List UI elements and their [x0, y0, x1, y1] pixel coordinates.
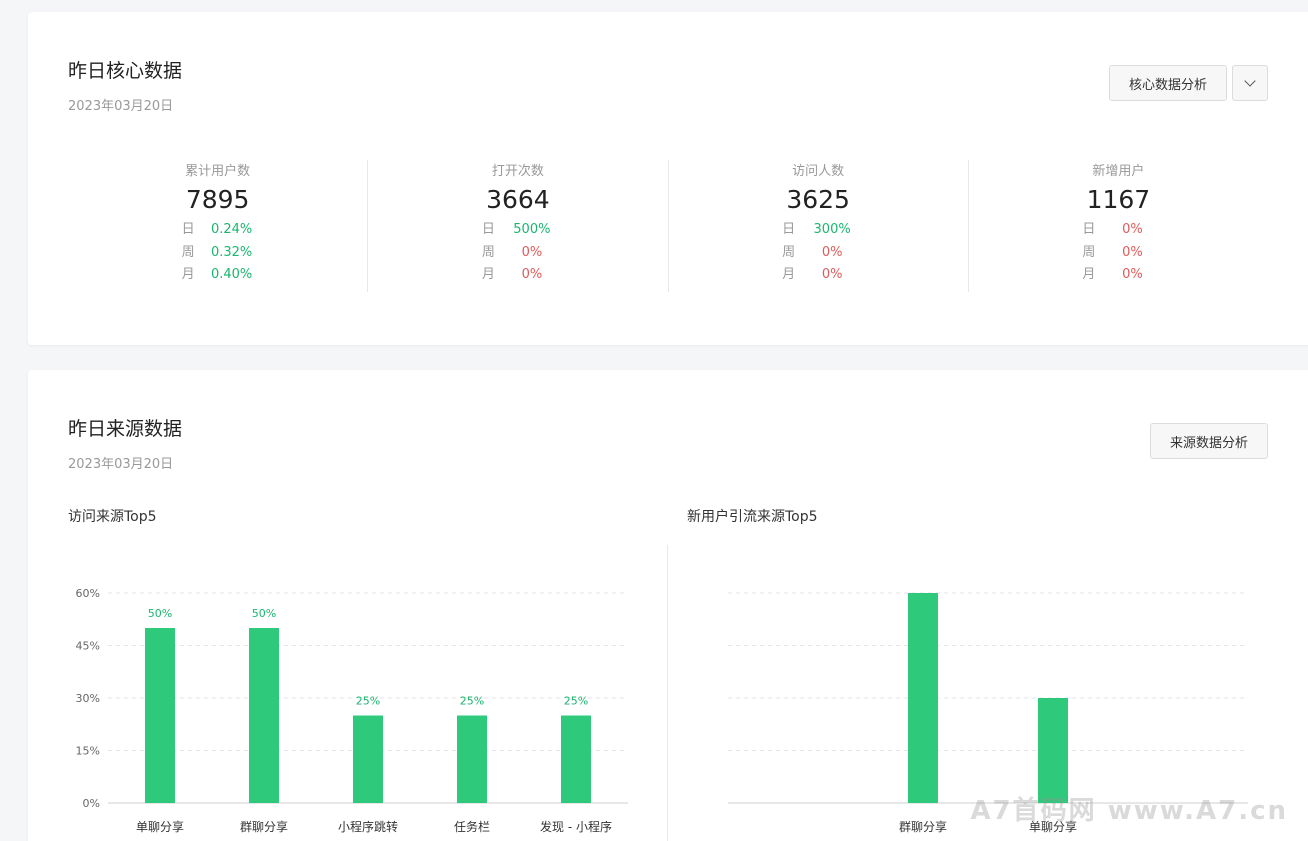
- period-label: 日: [782, 222, 796, 237]
- change-value: 0%: [521, 244, 543, 260]
- period-label: 月: [1082, 267, 1096, 282]
- period-label: 日: [1082, 222, 1096, 237]
- bar: [561, 715, 591, 803]
- x-tick-label: 群聊分享: [899, 819, 947, 834]
- metric-value: 1167: [1086, 185, 1151, 214]
- metric-week-row: 周 0.32%: [182, 242, 254, 265]
- metric-day-row: 日 0%: [1082, 219, 1154, 242]
- change-value: 0%: [821, 267, 843, 282]
- metric-week-row: 周 0%: [1082, 242, 1154, 265]
- change-value: 0%: [1122, 267, 1143, 282]
- metric-total-users: 累计用户数 7895 日 0.24% 周 0.32% 月 0.40%: [68, 160, 367, 292]
- metric-label: 打开次数: [491, 164, 544, 179]
- bar: [908, 593, 938, 803]
- period-label: 日: [181, 222, 195, 237]
- metric-value: 3625: [786, 185, 850, 214]
- change-value: 0%: [521, 267, 543, 282]
- period-label: 周: [782, 244, 796, 260]
- metric-month-row: 月 0%: [782, 264, 854, 287]
- y-tick-label: 15%: [76, 745, 100, 758]
- metric-new-users: 新增用户 1167 日 0% 周 0% 月 0%: [967, 160, 1268, 292]
- change-value: 0.40%: [210, 267, 253, 282]
- metric-open-count: 打开次数 3664 日 500% 周 0% 月 0%: [367, 160, 667, 292]
- metrics-row: 累计用户数 7895 日 0.24% 周 0.32% 月 0.40% 打开次数 366…: [68, 160, 1268, 292]
- period-label: 月: [782, 267, 796, 282]
- y-tick-label: 60%: [76, 587, 100, 600]
- metric-label: 访问人数: [792, 164, 845, 179]
- bar: [145, 628, 175, 803]
- change-value: 0.24%: [210, 222, 253, 237]
- y-tick-label: 45%: [76, 640, 100, 653]
- core-analysis-button[interactable]: 核心数据分析: [1109, 65, 1227, 101]
- metric-week-row: 周 0%: [782, 242, 854, 265]
- source-analysis-button[interactable]: 来源数据分析: [1150, 423, 1268, 459]
- metric-label: 累计用户数: [185, 164, 251, 179]
- core-data-card: 昨日核心数据 2023年03月20日 核心数据分析 累计用户数 7895 日 0.…: [28, 12, 1308, 345]
- period-label: 周: [1082, 244, 1096, 260]
- visit-source-chart: 0% 15% 30% 45% 60% 50% 单聊分享 50% 群聊分享 25% 小程序跳转 25% 任…: [76, 587, 628, 834]
- left-chart-title: 访问来源Top5: [68, 509, 157, 525]
- period-label: 月: [481, 267, 495, 282]
- right-chart-title: 新用户引流来源Top5: [687, 509, 818, 525]
- chart-divider: [667, 545, 668, 841]
- chevron-down-icon: [1244, 75, 1256, 87]
- metric-month-row: 月 0%: [482, 264, 554, 287]
- period-label: 日: [481, 222, 495, 237]
- metric-day-row: 日 300%: [782, 219, 854, 242]
- change-value: 0.32%: [210, 244, 253, 260]
- change-value: 0%: [1122, 222, 1143, 237]
- metric-visitors: 访问人数 3625 日 300% 周 0% 月 0%: [667, 160, 968, 292]
- core-data-date: 2023年03月20日: [68, 99, 174, 114]
- change-value: 500%: [513, 222, 551, 237]
- metric-day-row: 日 0.24%: [182, 219, 254, 242]
- metric-value: 7895: [185, 185, 250, 214]
- change-value: 0%: [821, 244, 843, 260]
- metric-day-row: 日 500%: [482, 219, 554, 242]
- metric-month-row: 月 0%: [1082, 264, 1154, 287]
- change-value: 300%: [813, 222, 851, 237]
- dropdown-toggle-button[interactable]: [1232, 65, 1268, 101]
- change-value: 0%: [1122, 244, 1143, 260]
- bar: [353, 715, 383, 803]
- bar: [457, 715, 487, 803]
- metric-label: 新增用户: [1092, 164, 1145, 179]
- x-tick-label: 任务栏: [454, 819, 490, 834]
- data-label: 50%: [252, 607, 276, 620]
- data-label: 25%: [564, 695, 588, 708]
- bar: [1038, 698, 1068, 803]
- data-label: 25%: [356, 695, 380, 708]
- period-label: 周: [481, 244, 495, 260]
- period-label: 周: [181, 244, 195, 260]
- data-label: 25%: [460, 695, 484, 708]
- x-tick-label: 发现 - 小程序: [540, 819, 612, 834]
- y-tick-label: 0%: [83, 797, 100, 810]
- watermark-text: A7首码网 www.A7.cn: [970, 796, 1288, 826]
- metric-week-row: 周 0%: [482, 242, 554, 265]
- source-data-title: 昨日来源数据: [68, 418, 183, 440]
- bar: [249, 628, 279, 803]
- source-data-card: 昨日来源数据 2023年03月20日 来源数据分析 访问来源Top5 新用户引流…: [28, 370, 1308, 841]
- y-tick-label: 30%: [76, 692, 100, 705]
- period-label: 月: [181, 267, 195, 282]
- core-data-title: 昨日核心数据: [68, 60, 183, 82]
- x-tick-label: 小程序跳转: [338, 819, 398, 834]
- metric-month-row: 月 0.40%: [182, 264, 254, 287]
- source-data-date: 2023年03月20日: [68, 457, 174, 472]
- metric-value: 3664: [486, 185, 550, 214]
- x-tick-label: 群聊分享: [240, 819, 288, 834]
- data-label: 50%: [148, 607, 172, 620]
- x-tick-label: 单聊分享: [136, 819, 184, 834]
